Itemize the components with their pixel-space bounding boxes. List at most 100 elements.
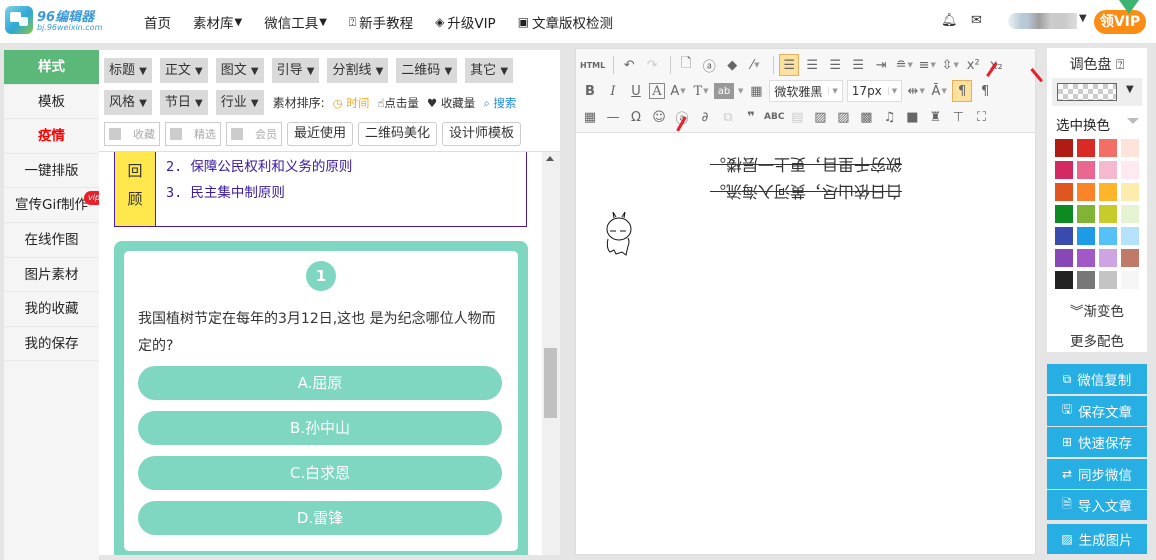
rotated-poem[interactable]: 白日依山尽，黄河入海流。 欲穷千里目，更上一层楼。 [706,151,902,205]
scrollbar-thumb[interactable] [544,348,557,418]
color-swatch[interactable] [1099,183,1117,201]
designer-templates-button[interactable]: 设计师模板 [442,122,522,146]
search-button[interactable]: ⌕ 搜索 [483,95,516,111]
quiz-option-d[interactable]: D.雷锋 [138,501,502,535]
import-article-button[interactable]: 🗎 导入文章 [1047,490,1147,520]
checkbox-favorites[interactable]: 收藏 [104,122,160,146]
row-spacing-icon[interactable]: ⇳ ▼ [940,54,960,76]
editor-content-area[interactable]: 白日依山尽，黄河入海流。 欲穷千里目，更上一层楼。 [576,134,1035,554]
background-color-icon[interactable]: ab [714,83,734,99]
new-document-icon[interactable]: 🗋 [676,54,696,76]
user-account[interactable] [1008,13,1077,29]
nav-home[interactable]: 首页 [144,12,171,32]
filter-image-text[interactable]: 图文 ▼ [215,58,264,83]
sync-wechat-button[interactable]: ⇄ 同步微信 [1047,458,1147,489]
word-import-icon[interactable]: ▤ [787,106,807,128]
color-swatch[interactable] [1077,205,1095,223]
font-border-icon[interactable]: A [649,83,665,99]
align-justify-icon[interactable]: ☰ [848,54,868,76]
mosaic-icon[interactable]: ▩ [856,106,876,128]
color-swatch[interactable] [1099,271,1117,289]
color-swatch[interactable] [1099,249,1117,267]
sort-by-time[interactable]: ◷ 时间 [333,95,370,111]
filter-holiday[interactable]: 节日 ▼ [159,90,208,115]
color-swatch[interactable] [1077,139,1095,157]
line-height-icon[interactable]: ≘ ▼ [894,54,914,76]
align-left-icon[interactable]: ☰ [779,54,800,76]
color-swatch[interactable] [1055,139,1073,157]
fullscreen-icon[interactable]: ⛶ [971,106,991,128]
color-swatch[interactable] [1121,249,1139,267]
color-swatch[interactable] [1099,161,1117,179]
filter-style[interactable]: 风格 ▼ [104,90,152,115]
link-icon[interactable]: ∂ [695,106,715,128]
caret-down-icon[interactable]: ▼ [737,80,743,102]
emoji-icon[interactable]: ☺ [649,106,669,128]
sidebar-item-one-click-layout[interactable]: 一键排版 [4,154,99,189]
color-swatch[interactable] [1077,183,1095,201]
nav-wechat-tools[interactable]: 微信工具 ▼ [264,12,327,32]
magic-wand-icon[interactable]: ⁄ ▼ [745,54,765,76]
more-colors-link[interactable]: 更多配色 [1047,330,1147,350]
nav-materials[interactable]: 素材库 ▼ [193,12,242,32]
sidebar-item-epidemic[interactable]: 疫情 [4,119,99,154]
color-swatch[interactable] [1055,161,1073,179]
special-char-icon[interactable]: Ω [626,106,646,128]
horizontal-rule-icon[interactable]: — [603,106,623,128]
filter-other[interactable]: 其它 ▼ [465,58,514,83]
qrcode-beautify-button[interactable]: 二维码美化 [358,122,438,146]
font-size-select[interactable]: 17px ▼ [846,80,903,102]
color-swatch[interactable] [1077,271,1095,289]
color-swatch[interactable] [1077,161,1095,179]
image-border-icon[interactable]: ▦ [746,80,766,102]
sidebar-item-image-materials[interactable]: 图片素材 [4,258,99,293]
color-swatch[interactable] [1121,271,1139,289]
superscript-icon[interactable]: x² [963,54,983,76]
html-source-button[interactable]: HTML [580,54,605,76]
align-right-icon[interactable]: ☰ [825,54,845,76]
caret-down-icon[interactable]: ▼ [1126,84,1134,95]
color-swatch[interactable] [1055,183,1073,201]
sort-by-clicks[interactable]: ☝点击量 [377,95,419,111]
filter-qrcode[interactable]: 二维码 ▼ [396,58,458,83]
color-swatch[interactable] [1099,227,1117,245]
caret-down-icon[interactable] [1127,118,1139,124]
material-scrollbar[interactable] [542,152,560,555]
color-swatch[interactable] [1055,271,1073,289]
quiz-option-c[interactable]: C.白求恩 [138,456,502,490]
redo-icon[interactable]: ↷ [642,54,662,76]
text-style-icon[interactable]: T ▼ [691,80,711,102]
sidebar-item-online-design[interactable]: 在线作图 [4,223,99,258]
indent-icon[interactable]: ⇥ [871,54,891,76]
table-icon[interactable]: ▦ [580,106,600,128]
sort-by-favorites[interactable]: ♥ 收藏量 [427,95,475,111]
nav-upgrade-vip[interactable]: ◈ 升级VIP [435,12,496,32]
underline-icon[interactable]: U [626,80,646,102]
help-icon[interactable]: ⍰ [1116,57,1124,73]
select-all-icon[interactable]: ⓐ [699,54,719,76]
bold-icon[interactable]: B [580,80,600,102]
color-swatch[interactable] [1121,227,1139,245]
recently-used-button[interactable]: 最近使用 [287,122,354,146]
music-icon[interactable]: ♫ [879,106,899,128]
mail-icon[interactable]: ✉ [971,13,982,28]
italic-icon[interactable]: I [603,80,623,102]
color-swatch[interactable] [1055,227,1073,245]
nav-copyright-check[interactable]: ▣ 文章版权检测 [518,12,613,32]
filter-divider[interactable]: 分割线 ▼ [327,58,389,83]
bell-icon[interactable]: 🔔︎ [941,13,958,28]
color-swatch[interactable] [1121,161,1139,179]
logo[interactable]: 96编辑器 bj.96weixin.com [5,6,102,36]
sidebar-item-styles[interactable]: 样式 [4,50,99,85]
ltr-direction-icon[interactable]: ¶ [952,80,973,102]
sidebar-item-my-saved[interactable]: 我的保存 [4,327,99,362]
checkbox-featured[interactable]: 精选 [165,122,221,146]
eraser-icon[interactable]: ◆ [722,54,742,76]
color-swatch[interactable] [1121,183,1139,201]
checkbox-member[interactable]: 会员 [226,122,282,146]
color-swatch[interactable] [1055,249,1073,267]
generate-image-button[interactable]: ▨ 生成图片 [1047,524,1147,554]
undo-icon[interactable]: ↶ [619,54,639,76]
wechat-copy-button[interactable]: ⧉ 微信复制 [1047,364,1147,394]
sidebar-item-my-favorites[interactable]: 我的收藏 [4,292,99,327]
